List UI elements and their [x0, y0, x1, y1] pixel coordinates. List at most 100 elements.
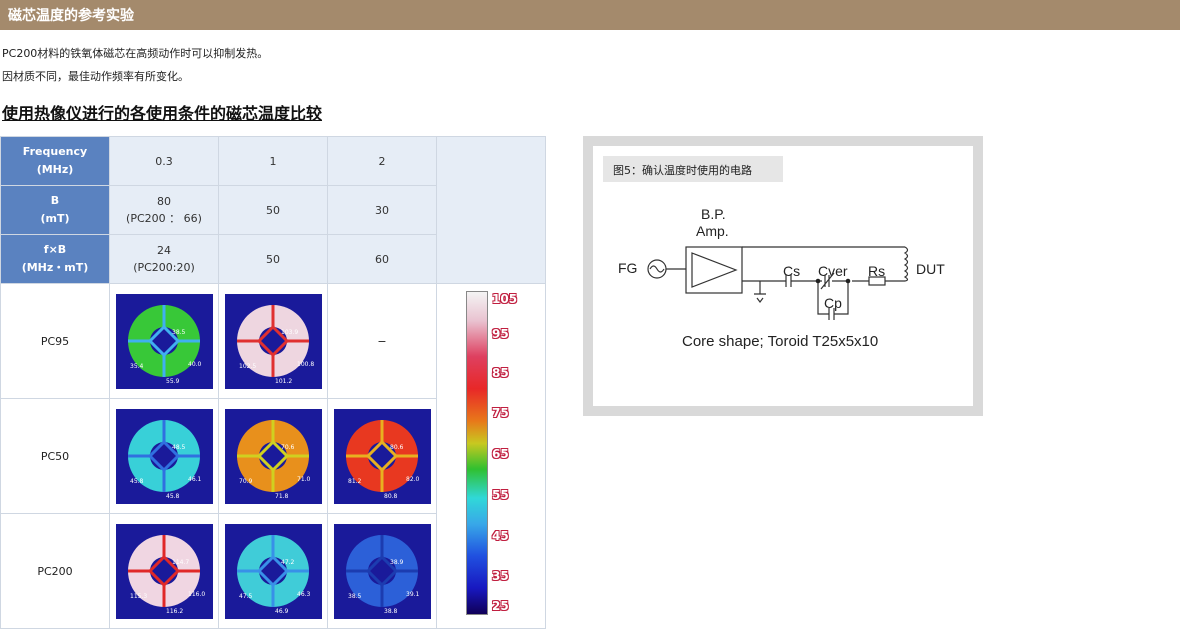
dut-label: DUT	[916, 261, 945, 277]
temp-label: 80.8	[384, 493, 398, 500]
thermal-image: 114.7 115.3 116.0 116.2	[115, 523, 213, 619]
amplifier-icon	[691, 252, 738, 288]
table-row: Frequency (MHz) 0.3 1 2	[0, 136, 546, 284]
scale-label: 105	[492, 292, 518, 306]
thermal-image-cell: 48.5 45.8 46.1 45.8	[109, 398, 219, 514]
ground-icon	[754, 281, 766, 303]
thermal-image-cell: 114.7 115.3 116.0 116.2	[109, 513, 219, 629]
temp-label: 46.1	[188, 476, 202, 483]
thermal-image-cell: 38.9 38.5 39.1 38.8	[327, 513, 437, 629]
b-value: 30	[327, 185, 437, 235]
thermal-image: 47.2 47.5 46.3 46.9	[224, 523, 322, 619]
temp-label: 45.8	[166, 493, 180, 500]
thermal-image: 38.9 38.5 39.1 38.8	[333, 523, 431, 619]
temperature-comparison-table: Frequency (MHz) 0.3 1 2 B (mT) 80 (PC200 ： …	[0, 136, 546, 629]
temp-label: 116.0	[188, 591, 205, 598]
temp-label: 38.9	[390, 559, 404, 566]
fb-label: f×B	[43, 243, 67, 256]
fb-value: 24 (PC200:20)	[109, 234, 219, 284]
temperature-color-scale	[466, 291, 488, 615]
frequency-unit: (MHz)	[36, 163, 74, 176]
thermal-image-cell: 103.9 102.5 100.8 101.2	[218, 283, 328, 399]
dut-coil-icon	[903, 246, 909, 282]
amp-label-line2: Amp.	[696, 223, 729, 239]
b-value: 50	[218, 185, 328, 235]
b-label: B	[50, 194, 60, 207]
frequency-value: 1	[218, 136, 328, 186]
frequency-header: Frequency (MHz)	[0, 136, 110, 186]
temp-label: 71.0	[297, 476, 311, 483]
fb-header: f×B (MHz・mT)	[0, 234, 110, 284]
thermal-image-cell: 70.6 70.9 71.0 71.8	[218, 398, 328, 514]
temp-label: 71.8	[275, 493, 289, 500]
fb-unit: (MHz・mT)	[21, 261, 89, 274]
fb-value-main: 24	[157, 244, 171, 257]
fb-value: 60	[327, 234, 437, 284]
page-header-title: 磁芯温度的参考实验	[8, 8, 134, 24]
material-name: PC50	[0, 398, 110, 514]
temp-label: 46.9	[275, 608, 289, 615]
thermal-image: 38.5 35.4 40.0 55.9	[115, 293, 213, 389]
material-name: PC95	[0, 283, 110, 399]
core-shape-text: Core shape; Toroid T25x5x10	[682, 333, 878, 350]
thermal-image-cell: 47.2 47.5 46.3 46.9	[218, 513, 328, 629]
b-value-note: (PC200 ： 66)	[126, 212, 202, 225]
thermal-image: 103.9 102.5 100.8 101.2	[224, 293, 322, 389]
scale-label: 45	[492, 529, 509, 543]
scale-header-cell	[436, 136, 546, 284]
sine-wave-icon	[649, 265, 665, 273]
temp-label: 115.3	[130, 593, 147, 600]
temp-label: 48.5	[172, 444, 186, 451]
frequency-value: 2	[327, 136, 437, 186]
intro-line-1: PC200材料的铁氧体磁芯在高频动作时可以抑制发热。	[2, 47, 269, 60]
thermal-image: 48.5 45.8 46.1 45.8	[115, 408, 213, 504]
temp-label: 82.0	[406, 476, 420, 483]
scale-label: 55	[492, 488, 509, 502]
circuit-figure-panel: 图5：确认温度时使用的电路 B.P. Amp. FG Cs Cver Rs DU…	[593, 146, 973, 406]
temp-label: 38.8	[384, 608, 398, 615]
temp-label: 40.0	[188, 361, 202, 368]
fg-label: FG	[618, 260, 637, 276]
temp-label: 47.5	[239, 593, 253, 600]
temp-label: 47.2	[281, 559, 295, 566]
thermal-image: 80.6 81.2 82.0 80.8	[333, 408, 431, 504]
b-header: B (mT)	[0, 185, 110, 235]
intro-line-2: 因材质不同，最佳动作频率有所变化。	[2, 70, 189, 83]
temp-label: 103.9	[281, 329, 298, 336]
temp-label: 38.5	[348, 593, 362, 600]
temp-label: 45.8	[130, 478, 144, 485]
b-value: 80 (PC200 ： 66)	[109, 185, 219, 235]
b-value-main: 80	[157, 195, 171, 208]
temp-label: 55.9	[166, 378, 180, 385]
scale-label: 65	[492, 447, 509, 461]
temp-label: 114.7	[172, 559, 189, 566]
temp-label: 102.5	[239, 363, 256, 370]
thermal-image-cell: 38.5 35.4 40.0 55.9	[109, 283, 219, 399]
temp-label: 80.6	[390, 444, 404, 451]
scale-label: 75	[492, 406, 509, 420]
amp-label-line1: B.P.	[701, 206, 726, 222]
temp-label: 116.2	[166, 608, 183, 615]
b-unit: (mT)	[40, 212, 70, 225]
section-title: 使用热像仪进行的各使用条件的磁芯温度比较	[2, 104, 323, 123]
temp-label: 38.5	[172, 329, 186, 336]
scale-label: 95	[492, 327, 509, 341]
scale-label: 85	[492, 366, 509, 380]
fb-value: 50	[218, 234, 328, 284]
circuit-diagram: B.P. Amp. FG Cs Cver Rs DUT Cp Core shap…	[618, 206, 945, 350]
fb-value-note: (PC200:20)	[133, 261, 195, 274]
no-data-cell: −	[327, 283, 437, 399]
cver-label: Cver	[818, 263, 848, 279]
temp-label: 39.1	[406, 591, 420, 598]
thermal-image-cell: 80.6 81.2 82.0 80.8	[327, 398, 437, 514]
thermal-image: 70.6 70.9 71.0 71.8	[224, 408, 322, 504]
temp-label: 101.2	[275, 378, 292, 385]
temp-label: 70.9	[239, 478, 253, 485]
temp-label: 46.3	[297, 591, 311, 598]
junction-dot	[845, 278, 851, 284]
scale-label: 25	[492, 599, 509, 613]
material-name: PC200	[0, 513, 110, 629]
scale-label: 35	[492, 569, 509, 583]
page-header: 磁芯温度的参考实验	[0, 0, 1180, 30]
temp-label: 35.4	[130, 363, 144, 370]
